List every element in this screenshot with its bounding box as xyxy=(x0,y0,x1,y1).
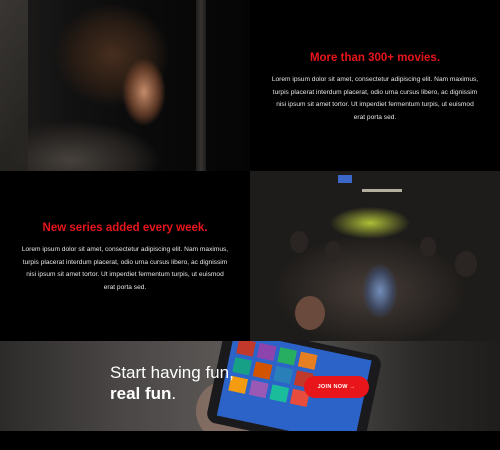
series-section: New series added every week. Lorem ipsum… xyxy=(0,171,500,341)
photo-person-detail xyxy=(455,251,477,277)
photo-sign-detail xyxy=(338,175,352,183)
photo-tile xyxy=(269,384,290,403)
movies-paragraph: Lorem ipsum dolor sit amet, consectetur … xyxy=(271,76,479,121)
photo-lamp-detail xyxy=(362,189,402,192)
footer-bar xyxy=(0,431,500,450)
movies-section: More than 300+ movies. Lorem ipsum dolor… xyxy=(0,0,500,171)
cta-line-1: Start having fun, xyxy=(110,363,234,382)
photo-person-detail xyxy=(325,241,341,261)
phone-in-hand-photo xyxy=(0,341,500,431)
photo-tile xyxy=(236,341,256,357)
movies-heading: More than 300+ movies. xyxy=(309,52,441,64)
series-paragraph: Lorem ipsum dolor sit amet, consectetur … xyxy=(21,246,229,291)
photo-tile xyxy=(232,357,252,376)
photo-tile xyxy=(273,365,294,385)
cta-line-2: real fun. xyxy=(110,384,176,404)
join-now-button[interactable]: JOIN NOW → xyxy=(304,376,369,398)
series-heading: New series added every week. xyxy=(42,222,208,234)
photo-pillar-detail xyxy=(196,0,206,171)
cta-banner: Start having fun, real fun. JOIN NOW → xyxy=(0,341,500,431)
photo-tile xyxy=(277,347,298,366)
photo-person-detail xyxy=(420,237,436,257)
photo-tile xyxy=(297,351,318,370)
man-watching-photo xyxy=(0,0,250,171)
photo-tile xyxy=(252,361,273,380)
crowd-street-photo xyxy=(250,171,500,341)
series-text-block: New series added every week. Lorem ipsum… xyxy=(20,222,230,294)
movies-text-block: More than 300+ movies. Lorem ipsum dolor… xyxy=(270,52,480,124)
photo-person-detail xyxy=(295,296,325,330)
photo-person-detail xyxy=(290,231,308,253)
photo-tile xyxy=(248,380,269,399)
photo-window-detail xyxy=(0,0,28,171)
cta-bold-text: real fun xyxy=(110,384,172,403)
photo-tile xyxy=(256,342,277,362)
cta-line-end: . xyxy=(171,384,177,403)
